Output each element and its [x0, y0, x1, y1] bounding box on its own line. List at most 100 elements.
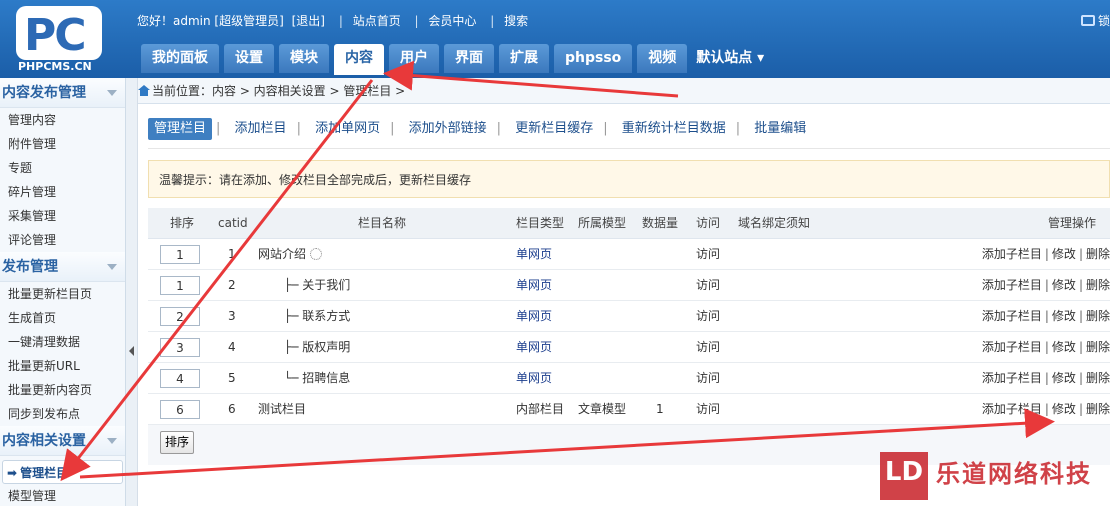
- tab-content[interactable]: 内容: [334, 44, 384, 75]
- sort-button[interactable]: 排序: [160, 431, 195, 454]
- tab-panel[interactable]: 我的面板: [141, 44, 219, 73]
- visit-link[interactable]: 访问: [696, 332, 720, 363]
- sidebar-item-blocks[interactable]: 碎片管理: [0, 180, 125, 204]
- order-input[interactable]: [160, 369, 200, 388]
- site-home-link[interactable]: 站点首页: [353, 14, 401, 28]
- sidebar-item-update-category-pages[interactable]: 批量更新栏目页: [0, 282, 125, 306]
- add-subcategory-link[interactable]: 添加子栏目: [982, 278, 1042, 292]
- delete-link[interactable]: 删除: [1086, 402, 1110, 416]
- sidebar-group-label: 内容发布管理: [2, 85, 86, 101]
- lock-screen-button[interactable]: 锁: [1080, 12, 1110, 29]
- sidebar-item-collect[interactable]: 采集管理: [0, 204, 125, 228]
- visit-link[interactable]: 访问: [696, 301, 720, 332]
- col-type: 栏目类型: [516, 216, 565, 230]
- divider: [148, 148, 1110, 149]
- edit-link[interactable]: 修改: [1052, 371, 1076, 385]
- subnav-add-single-page[interactable]: 添加单网页: [309, 118, 386, 140]
- gear-icon[interactable]: [310, 248, 323, 260]
- logo-text: PHPCMS.CN: [18, 60, 92, 73]
- sidebar-item-manage-category[interactable]: ➡ 管理栏目: [2, 460, 123, 484]
- subnav-add-external-link[interactable]: 添加外部链接: [403, 118, 493, 140]
- add-subcategory-link[interactable]: 添加子栏目: [982, 340, 1042, 354]
- subnav-add-category[interactable]: 添加栏目: [229, 118, 293, 140]
- sidebar-group-publish[interactable]: 发布管理: [0, 252, 125, 282]
- visit-link[interactable]: 访问: [696, 270, 720, 301]
- edit-link[interactable]: 修改: [1052, 247, 1076, 261]
- sidebar-item-clear-data[interactable]: 一键清理数据: [0, 330, 125, 354]
- table-row: 1 网站介绍 单网页 访问 添加子栏目|修改|删除: [148, 239, 1110, 270]
- sidebar-item-manage-content[interactable]: 管理内容: [0, 108, 125, 132]
- tab-video[interactable]: 视频: [637, 44, 688, 73]
- breadcrumb: 当前位置：内容 > 内容相关设置 > 管理栏目 >: [138, 78, 1110, 104]
- delete-link[interactable]: 删除: [1086, 371, 1110, 385]
- subnav-update-cache[interactable]: 更新栏目缓存: [509, 118, 599, 140]
- col-catid: catid: [218, 216, 248, 230]
- subnav-manage-category[interactable]: 管理栏目: [148, 118, 213, 140]
- logout-link[interactable]: [退出]: [292, 14, 325, 28]
- order-input[interactable]: [160, 307, 200, 326]
- sidebar-item-comments[interactable]: 评论管理: [0, 228, 125, 252]
- arrow-right-icon: ➡: [7, 466, 18, 480]
- sidebar-item-sync-publish[interactable]: 同步到发布点: [0, 402, 125, 426]
- tab-interface[interactable]: 界面: [444, 44, 494, 73]
- count-cell: 1: [656, 402, 664, 416]
- type-cell: 单网页: [516, 309, 553, 323]
- tab-phpsso[interactable]: phpsso: [554, 44, 633, 73]
- sidebar-item-update-url[interactable]: 批量更新URL: [0, 354, 125, 378]
- dropdown-arrow-icon: ▾: [752, 50, 765, 66]
- delete-link[interactable]: 删除: [1086, 309, 1110, 323]
- order-input[interactable]: [160, 245, 200, 264]
- top-links: 您好！admin [超级管理员] [退出] | 站点首页 | 会员中心 | 搜索: [137, 14, 529, 28]
- tab-modules[interactable]: 模块: [279, 44, 329, 73]
- delete-link[interactable]: 删除: [1086, 278, 1110, 292]
- visit-link[interactable]: 访问: [696, 394, 720, 425]
- edit-link[interactable]: 修改: [1052, 278, 1076, 292]
- site-select[interactable]: 默认站点 ▾: [692, 44, 764, 73]
- site-select-label: 默认站点: [696, 50, 753, 66]
- add-subcategory-link[interactable]: 添加子栏目: [982, 371, 1042, 385]
- visit-link[interactable]: 访问: [696, 363, 720, 394]
- edit-link[interactable]: 修改: [1052, 309, 1076, 323]
- lock-label: 锁: [1097, 14, 1110, 28]
- sidebar-group-content-settings[interactable]: 内容相关设置: [0, 426, 125, 456]
- delete-link[interactable]: 删除: [1086, 340, 1110, 354]
- category-name: ├─ 版权声明: [284, 340, 351, 354]
- subnav-batch-edit[interactable]: 批量编辑: [748, 118, 812, 140]
- phpcms-logo[interactable]: PC PHPCMS.CN: [12, 4, 112, 74]
- member-center-link[interactable]: 会员中心: [428, 14, 476, 28]
- catid-cell: 3: [228, 309, 236, 323]
- sidebar-group-label: 内容相关设置: [2, 433, 86, 449]
- col-model: 所属模型: [578, 216, 627, 230]
- home-icon: [138, 85, 150, 96]
- sidebar-item-generate-home[interactable]: 生成首页: [0, 306, 125, 330]
- edit-link[interactable]: 修改: [1052, 340, 1076, 354]
- collapse-icon: [107, 90, 117, 96]
- sidebar-collapse-bar[interactable]: [126, 78, 138, 506]
- sidebar-item-label: 管理栏目: [20, 466, 69, 480]
- sidebar-item-update-content-pages[interactable]: 批量更新内容页: [0, 378, 125, 402]
- add-subcategory-link[interactable]: 添加子栏目: [982, 309, 1042, 323]
- sub-nav: 管理栏目 | 添加栏目 | 添加单网页 | 添加外部链接 | 更新栏目缓存 | 重新统计栏…: [148, 118, 816, 140]
- subnav-recount-data[interactable]: 重新统计栏目数据: [616, 118, 732, 140]
- edit-link[interactable]: 修改: [1052, 402, 1076, 416]
- sidebar-group-content-publish[interactable]: 内容发布管理: [0, 78, 125, 108]
- tab-settings[interactable]: 设置: [224, 44, 274, 73]
- delete-link[interactable]: 删除: [1086, 247, 1110, 261]
- sidebar-item-special[interactable]: 专题: [0, 156, 125, 180]
- table-row: 5 └─ 招聘信息 单网页 访问 添加子栏目|修改|删除: [148, 363, 1110, 394]
- catid-cell: 4: [228, 340, 236, 354]
- sidebar-item-attachments[interactable]: 附件管理: [0, 132, 125, 156]
- search-link[interactable]: 搜索: [504, 14, 528, 28]
- add-subcategory-link[interactable]: 添加子栏目: [982, 247, 1042, 261]
- left-sidebar: 内容发布管理 管理内容 附件管理 专题 碎片管理 采集管理 评论管理 发布管理 …: [0, 78, 126, 506]
- breadcrumb-text: 当前位置：内容 > 内容相关设置 > 管理栏目 >: [152, 84, 406, 98]
- tab-users[interactable]: 用户: [389, 44, 439, 73]
- visit-link[interactable]: 访问: [696, 239, 720, 270]
- sidebar-item-model-manage[interactable]: 模型管理: [0, 484, 125, 506]
- add-subcategory-link[interactable]: 添加子栏目: [982, 402, 1042, 416]
- tab-extensions[interactable]: 扩展: [499, 44, 549, 73]
- sidebar-group-label: 发布管理: [2, 259, 58, 275]
- order-input[interactable]: [160, 276, 200, 295]
- order-input[interactable]: [160, 338, 200, 357]
- order-input[interactable]: [160, 400, 200, 419]
